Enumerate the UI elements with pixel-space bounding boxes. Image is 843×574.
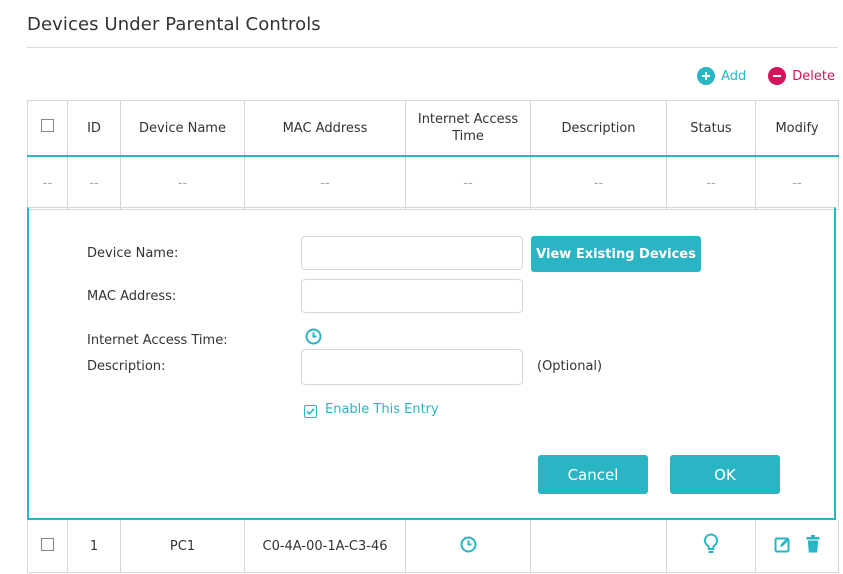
edit-icon[interactable] [774, 537, 795, 557]
edit-entry-panel: Device Name: View Existing Devices MAC A… [27, 207, 836, 520]
header-device-name: Device Name [120, 100, 245, 157]
row-access-time-cell [405, 520, 531, 573]
row-select-cell [27, 520, 68, 573]
lightbulb-icon[interactable] [703, 533, 719, 559]
header-description: Description [530, 100, 667, 157]
table-cell: -- [530, 155, 667, 210]
toolbar: Add Delete [697, 67, 835, 85]
table-cell: -- [120, 155, 245, 210]
row-id: 1 [67, 520, 121, 573]
enable-entry-checkbox[interactable] [304, 405, 317, 418]
add-label: Add [721, 68, 747, 84]
table-cell: -- [244, 155, 406, 210]
devices-table: ID Device Name MAC Address Internet Acce… [27, 100, 839, 210]
clock-icon[interactable] [460, 536, 477, 557]
plus-icon [697, 67, 716, 85]
header-id: ID [67, 100, 121, 157]
description-label: Description: [87, 359, 166, 374]
table-cell: -- [67, 155, 121, 210]
row-checkbox[interactable] [41, 537, 54, 551]
add-button[interactable]: Add [697, 67, 746, 85]
header-status: Status [666, 100, 756, 157]
optional-hint: (Optional) [537, 359, 603, 374]
mac-address-input[interactable] [301, 279, 523, 313]
delete-button[interactable]: Delete [768, 67, 835, 85]
row-mac-address: C0-4A-00-1A-C3-46 [244, 520, 406, 573]
device-name-input[interactable] [301, 236, 523, 270]
table-header-row: ID Device Name MAC Address Internet Acce… [27, 100, 839, 157]
header-mac-address: MAC Address [244, 100, 406, 157]
page-title: Devices Under Parental Controls [27, 14, 321, 35]
device-name-label: Device Name: [87, 246, 179, 261]
header-time-line2: Time [452, 129, 484, 144]
description-input[interactable] [301, 349, 523, 385]
ok-button[interactable]: OK [670, 455, 780, 494]
cancel-button[interactable]: Cancel [538, 455, 648, 494]
header-time-line1: Internet Access [417, 112, 519, 127]
table-cell: -- [27, 155, 68, 210]
mac-address-label: MAC Address: [87, 289, 177, 304]
select-all-cell [27, 100, 68, 157]
editing-row: -- -- -- -- -- -- -- -- [27, 155, 839, 210]
delete-label: Delete [792, 68, 835, 84]
table-cell: -- [666, 155, 756, 210]
table-row: 1 PC1 C0-4A-00-1A-C3-46 [27, 520, 839, 573]
table-cell: -- [405, 155, 531, 210]
table-cell: -- [755, 155, 839, 210]
minus-icon [768, 67, 787, 85]
header-modify: Modify [755, 100, 839, 157]
row-device-name: PC1 [120, 520, 245, 573]
title-divider [27, 47, 838, 48]
device-rows: 1 PC1 C0-4A-00-1A-C3-46 [27, 520, 839, 573]
row-status-cell [666, 520, 756, 573]
internet-access-time-label: Internet Access Time: [87, 333, 228, 348]
view-existing-devices-button[interactable]: View Existing Devices [531, 236, 701, 272]
row-modify-cell [755, 520, 839, 573]
header-internet-access-time: Internet Access Time [405, 100, 531, 157]
select-all-checkbox[interactable] [41, 119, 54, 132]
enable-entry-label: Enable This Entry [325, 402, 439, 417]
row-description [530, 520, 667, 573]
checkmark-icon [306, 408, 315, 415]
trash-icon[interactable] [806, 535, 820, 557]
clock-icon[interactable] [305, 328, 322, 349]
